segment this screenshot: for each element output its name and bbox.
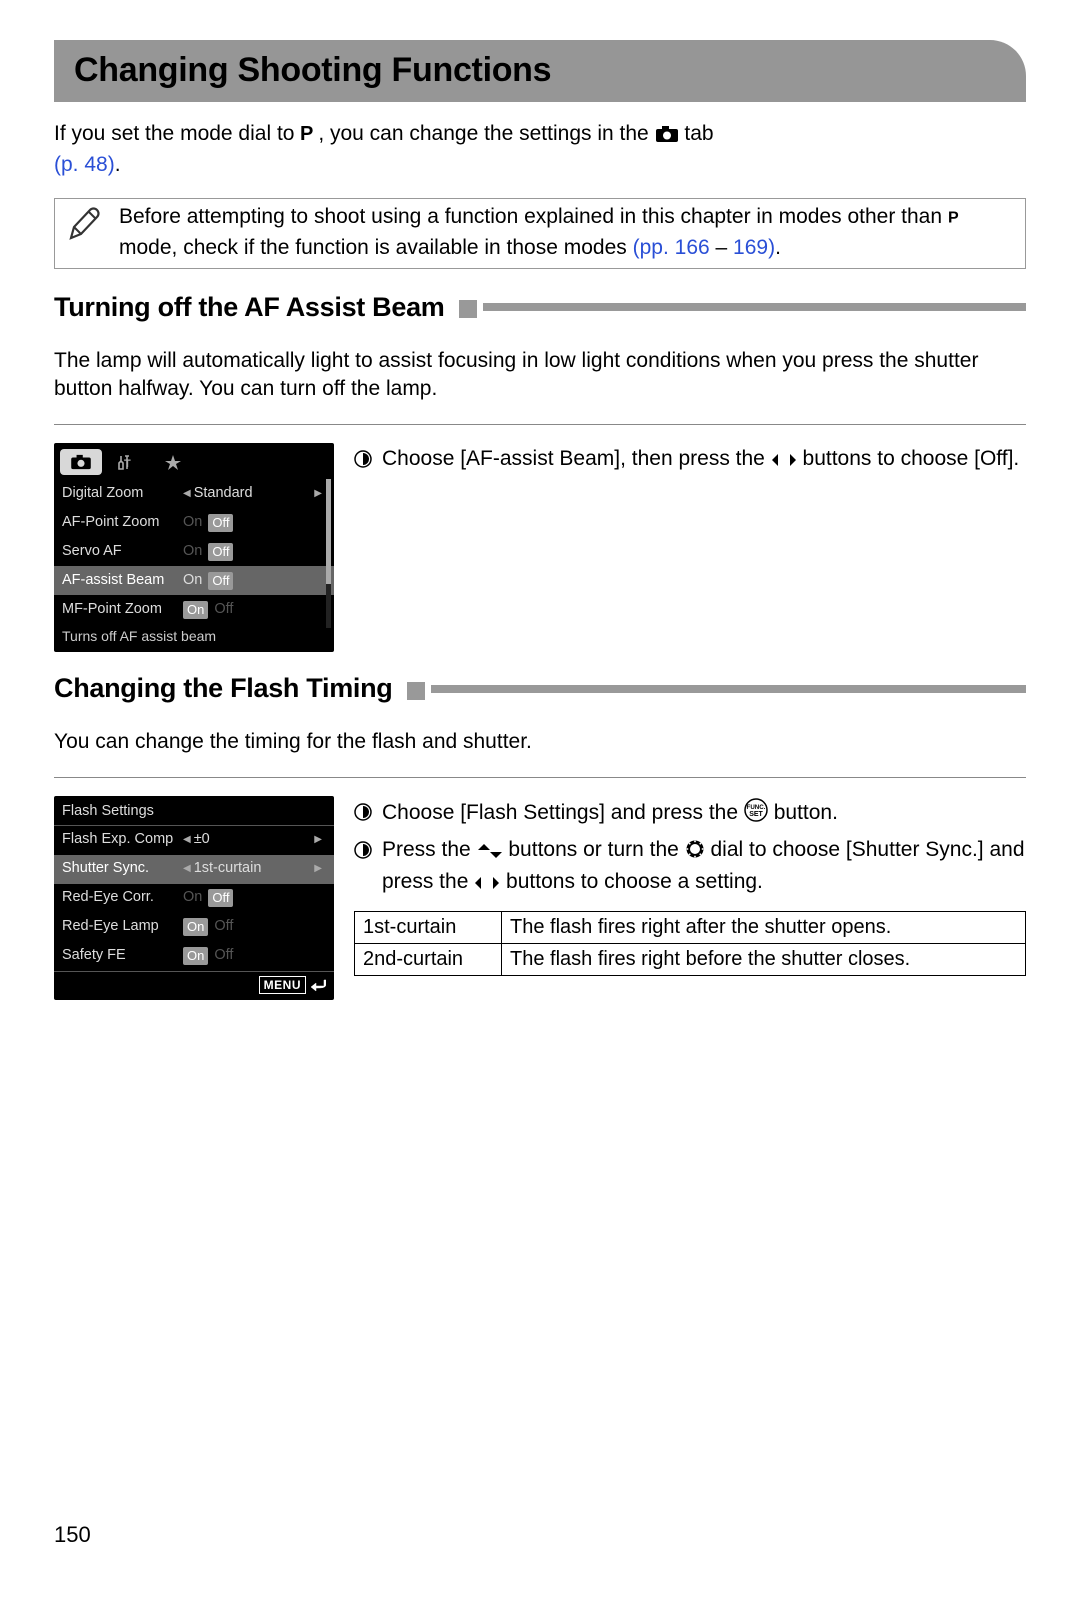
page-ref-link[interactable]: (pp. 166: [633, 236, 710, 259]
menu-row-value: ◀ ±0: [183, 830, 308, 850]
svg-text:FUNC.: FUNC.: [746, 804, 765, 811]
section2-body: You can change the timing for the flash …: [54, 728, 1026, 756]
menu-row-label: Flash Exp. Comp: [62, 830, 177, 850]
menu-row-label: Red-Eye Lamp: [62, 917, 177, 937]
up-down-arrows-icon: [477, 839, 503, 867]
tools-tab-icon: T: [106, 449, 148, 475]
menu-row-value: On Off: [183, 888, 326, 908]
menu-row: Servo AF On Off: [54, 537, 334, 566]
table-cell-desc: The flash fires right before the shutter…: [502, 944, 1026, 976]
camera-tab-icon: [655, 123, 679, 151]
page-number: 150: [54, 1520, 1026, 1550]
menu-row-value: On Off: [183, 946, 326, 966]
menu-row-label: Servo AF: [62, 542, 177, 562]
svg-text:P: P: [948, 209, 959, 226]
menu-row-value: On Off: [183, 600, 326, 620]
svg-text:T: T: [124, 458, 131, 470]
menu-back-row: MENU: [54, 972, 334, 1000]
page-ref-link[interactable]: 169): [733, 236, 775, 259]
func-set-button-icon: FUNC.SET: [744, 798, 768, 830]
p-mode-icon: P: [948, 206, 964, 234]
table-cell-label: 1st-curtain: [355, 912, 502, 944]
menu-row: Red-Eye Corr. On Off: [54, 884, 334, 913]
menu-row-value: On Off: [183, 513, 326, 533]
svg-text:P: P: [300, 123, 313, 143]
instruction-item: Press the buttons or turn the dial to ch…: [354, 836, 1026, 899]
table-row: 2nd-curtainThe flash fires right before …: [355, 944, 1026, 976]
menu-row-label: Shutter Sync.: [62, 859, 177, 879]
menu-row: Safety FE On Off: [54, 942, 334, 971]
menu-row: Flash Exp. Comp◀ ±0▶: [54, 826, 334, 855]
left-right-arrows-icon: [474, 871, 500, 899]
bullet-icon: [354, 448, 372, 466]
page-title: Changing Shooting Functions: [74, 48, 1006, 94]
menu-tabbar: T: [54, 443, 334, 479]
pencil-note-icon: [63, 203, 105, 245]
menu-row-value: ◀ Standard: [183, 484, 308, 504]
divider: [54, 424, 1026, 425]
menu-row-label: Red-Eye Corr.: [62, 888, 177, 908]
menu-row-label: Digital Zoom: [62, 484, 177, 504]
menu-row-value: On Off: [183, 542, 326, 562]
menu-row: AF-assist Beam On Off: [54, 566, 334, 595]
page-title-bar: Changing Shooting Functions: [54, 40, 1026, 102]
heading-decoration: [459, 298, 1026, 316]
menu-row: Red-Eye Lamp On Off: [54, 913, 334, 942]
menu-title: Flash Settings: [54, 796, 334, 825]
menu-row-label: AF-Point Zoom: [62, 513, 177, 533]
menu-row-value: On Off: [183, 917, 326, 937]
return-arrow-icon: [310, 978, 326, 992]
section-heading-af-assist: Turning off the AF Assist Beam: [54, 289, 1026, 325]
section-heading-flash-timing: Changing the Flash Timing: [54, 670, 1026, 706]
heading-decoration: [407, 680, 1026, 698]
menu-row: AF-Point Zoom On Off: [54, 508, 334, 537]
instruction-item: Choose [Flash Settings] and press the FU…: [354, 798, 1026, 830]
camera-tab-icon: [60, 449, 102, 475]
svg-text:SET: SET: [749, 811, 763, 818]
camera-menu-screenshot-1: T Digital Zoom◀ Standard▶AF-Point ZoomOn…: [54, 443, 334, 652]
menu-row: Digital Zoom◀ Standard▶: [54, 479, 334, 508]
table-cell-label: 2nd-curtain: [355, 944, 502, 976]
left-right-arrows-icon: [771, 448, 797, 476]
star-tab-icon: [152, 449, 194, 475]
table-cell-desc: The flash fires right after the shutter …: [502, 912, 1026, 944]
bullet-icon: [354, 839, 372, 857]
instruction-item: Choose [AF-assist Beam], then press the …: [354, 445, 1026, 476]
bullet-icon: [354, 801, 372, 819]
intro-paragraph: If you set the mode dial to P, you can c…: [54, 120, 1026, 180]
menu-row-label: AF-assist Beam: [62, 571, 177, 591]
table-row: 1st-curtainThe flash fires right after t…: [355, 912, 1026, 944]
menu-row-label: Safety FE: [62, 946, 177, 966]
scrollbar: [326, 479, 331, 628]
control-dial-icon: [685, 839, 705, 867]
note-callout: Before attempting to shoot using a funct…: [54, 198, 1026, 270]
menu-row-value: On Off: [183, 571, 326, 591]
section1-body: The lamp will automatically light to ass…: [54, 347, 1026, 404]
flash-timing-table: 1st-curtainThe flash fires right after t…: [354, 911, 1026, 976]
menu-row-label: MF-Point Zoom: [62, 600, 177, 620]
menu-row-value: ◀ 1st-curtain: [183, 859, 308, 879]
p-mode-icon: P: [300, 123, 318, 151]
menu-row: Shutter Sync.◀ 1st-curtain▶: [54, 855, 334, 884]
menu-status-text: Turns off AF assist beam: [54, 624, 334, 652]
divider: [54, 777, 1026, 778]
note-text: Before attempting to shoot using a funct…: [119, 203, 1013, 263]
camera-menu-screenshot-2: Flash Settings Flash Exp. Comp◀ ±0▶Shutt…: [54, 796, 334, 1000]
page-ref-link[interactable]: (p. 48): [54, 153, 115, 176]
menu-row: MF-Point Zoom On Off: [54, 595, 334, 624]
menu-back-label: MENU: [259, 976, 306, 994]
